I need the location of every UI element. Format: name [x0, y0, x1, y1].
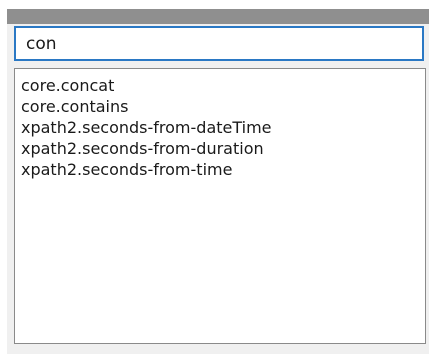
- list-item[interactable]: xpath2.seconds-from-time: [21, 159, 425, 180]
- panel-title-bar: [7, 9, 429, 24]
- list-item[interactable]: core.concat: [21, 75, 425, 96]
- list-item[interactable]: xpath2.seconds-from-dateTime: [21, 117, 425, 138]
- search-input[interactable]: [14, 26, 424, 61]
- results-list[interactable]: core.concat core.contains xpath2.seconds…: [14, 68, 426, 344]
- list-item[interactable]: core.contains: [21, 96, 425, 117]
- list-item[interactable]: xpath2.seconds-from-duration: [21, 138, 425, 159]
